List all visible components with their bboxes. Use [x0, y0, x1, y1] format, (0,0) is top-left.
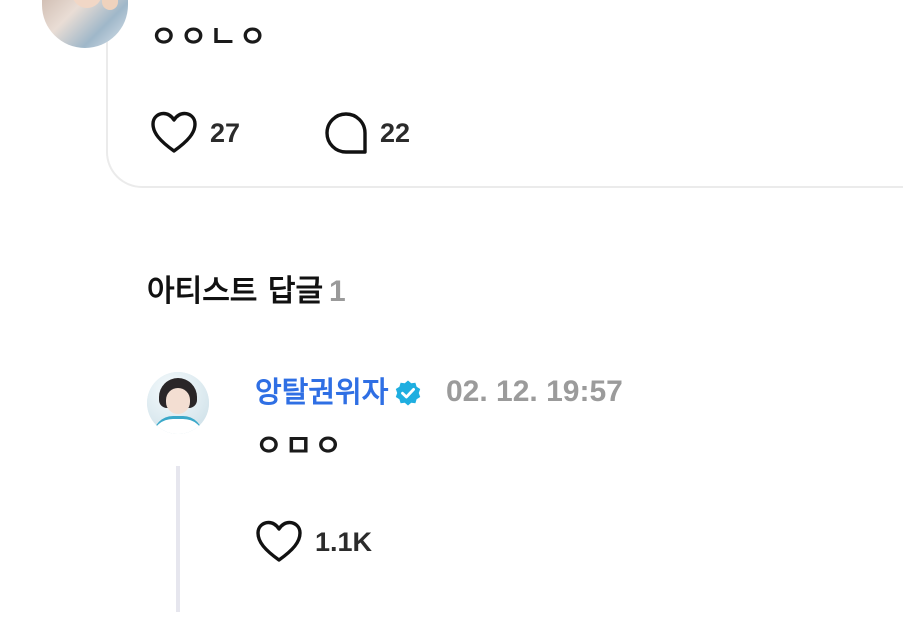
heart-icon — [256, 520, 302, 562]
previous-comment-like-button[interactable]: 27 — [150, 111, 240, 155]
artist-replies-title: 아티스트 답글 — [147, 274, 324, 309]
reply-like-count: 1.1K — [315, 526, 373, 557]
artist-replies-heading: 아티스트 답글 1 — [147, 272, 346, 312]
reply-timestamp: 02. 12. 19:57 — [446, 375, 623, 408]
previous-comment-like-count: 27 — [210, 117, 241, 148]
previous-comment-text: ㅇㅇㄴㅇ — [150, 20, 269, 55]
artist-avatar[interactable] — [147, 372, 209, 434]
artist-replies-count: 1 — [329, 275, 346, 308]
comment-bubble-icon — [325, 112, 367, 154]
heart-icon — [151, 111, 197, 153]
thread-line — [176, 466, 180, 612]
previous-comment-reply-count: 22 — [380, 117, 411, 148]
verified-badge-icon — [395, 380, 421, 406]
previous-comment-reply-button[interactable]: 22 — [324, 111, 410, 155]
reply-text: ㅇㅁㅇ — [255, 429, 344, 464]
reply-like-button[interactable]: 1.1K — [255, 520, 372, 564]
artist-name[interactable]: 앙탈권위자 — [255, 374, 388, 410]
comment-thread-page: ㅇㅇㄴㅇ 27 22 아티스트 답글 1 앙탈권위자 02. 12. 19:57 … — [0, 0, 903, 618]
